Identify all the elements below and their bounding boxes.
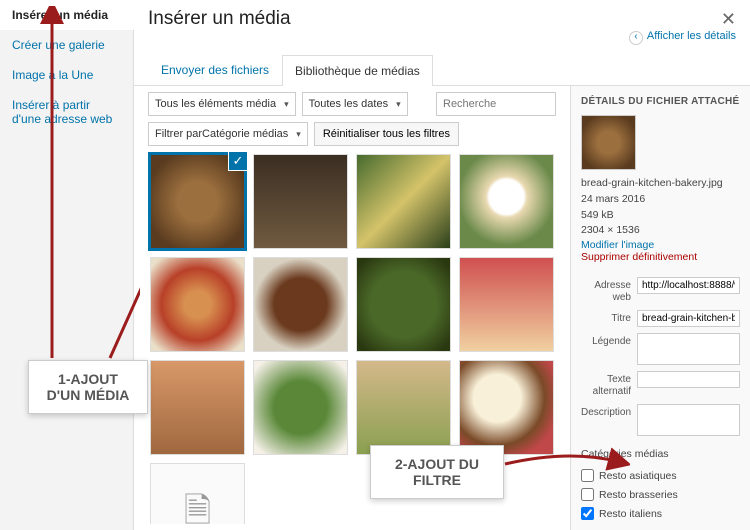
details-thumbnail (581, 115, 636, 170)
media-thumb[interactable]: ✓ (150, 154, 245, 249)
delete-permanently-link[interactable]: Supprimer définitivement (581, 251, 740, 263)
selected-check-icon: ✓ (228, 152, 248, 171)
close-button[interactable]: ✕ (721, 9, 736, 30)
annotation-callout-1: 1-AJOUT D'UN MÉDIA (28, 360, 148, 414)
chevron-down-icon: ▾ (284, 99, 289, 110)
attachment-details-panel: DÉTAILS DU FICHIER ATTACHÉ bread-grain-k… (570, 86, 750, 530)
tab-upload-files[interactable]: Envoyer des fichiers (148, 54, 282, 85)
category-checkbox[interactable] (581, 488, 594, 501)
description-field[interactable] (637, 404, 740, 436)
media-thumb[interactable] (459, 257, 554, 352)
media-thumb-file[interactable]: 🗎 (150, 463, 245, 524)
detail-dimensions: 2304 × 1536 (581, 223, 740, 239)
media-modal-sidebar: Insérer un média Créer une galerie Image… (0, 0, 134, 530)
media-thumb[interactable] (459, 360, 554, 455)
media-thumb[interactable] (150, 360, 245, 455)
sidebar-item-featured-image[interactable]: Image à la Une (0, 60, 133, 90)
media-thumb[interactable] (253, 154, 348, 249)
modal-title: Insérer un média (148, 8, 291, 30)
filter-date[interactable]: Toutes les dates▾ (302, 92, 408, 116)
url-field[interactable] (637, 277, 740, 294)
media-thumb[interactable] (356, 360, 451, 455)
media-thumb[interactable] (253, 360, 348, 455)
search-input[interactable] (436, 92, 556, 116)
chevron-down-icon: ▾ (396, 99, 401, 110)
media-thumb[interactable] (356, 154, 451, 249)
category-checkbox[interactable] (581, 507, 594, 520)
reset-filters-button[interactable]: Réinitialiser tous les filtres (314, 122, 459, 146)
alt-label: Texte alternatif (581, 371, 637, 398)
sidebar-item-insert-from-url[interactable]: Insérer à partir d'une adresse web (0, 90, 133, 134)
sidebar-item-insert-media[interactable]: Insérer un média (0, 0, 134, 30)
description-label: Description (581, 404, 637, 419)
category-option[interactable]: Resto asiatiques (581, 466, 740, 485)
media-thumb[interactable] (253, 257, 348, 352)
categories-header: Catégories médias (581, 448, 740, 460)
media-thumb[interactable] (459, 154, 554, 249)
tab-media-library[interactable]: Bibliothèque de médias (282, 55, 433, 86)
caption-field[interactable] (637, 333, 740, 365)
media-thumb[interactable] (356, 257, 451, 352)
alt-field[interactable] (637, 371, 740, 388)
filter-media-type[interactable]: Tous les éléments média▾ (148, 92, 296, 116)
category-checkbox[interactable] (581, 469, 594, 482)
filter-category[interactable]: Filtrer parCatégorie médias▾ (148, 122, 308, 146)
media-thumb[interactable] (150, 257, 245, 352)
category-option[interactable]: Resto brasseries (581, 485, 740, 504)
detail-date: 24 mars 2016 (581, 192, 740, 208)
show-details-link[interactable]: Afficher les détails (629, 30, 736, 45)
chevron-down-icon: ▾ (296, 129, 301, 140)
edit-image-link[interactable]: Modifier l'image (581, 239, 740, 251)
category-option[interactable]: Resto italiens (581, 504, 740, 523)
sidebar-item-create-gallery[interactable]: Créer une galerie (0, 30, 133, 60)
details-header: DÉTAILS DU FICHIER ATTACHÉ (581, 96, 740, 107)
detail-filename: bread-grain-kitchen-bakery.jpg (581, 176, 740, 192)
title-label: Titre (581, 310, 637, 325)
document-icon: 🗎 (184, 494, 211, 525)
annotation-callout-2: 2-AJOUT DU FILTRE (370, 445, 504, 499)
detail-filesize: 549 kB (581, 208, 740, 224)
caption-label: Légende (581, 333, 637, 348)
url-label: Adresse web (581, 277, 637, 304)
media-tabs: Envoyer des fichiers Bibliothèque de méd… (134, 54, 750, 86)
title-field[interactable] (637, 310, 740, 327)
